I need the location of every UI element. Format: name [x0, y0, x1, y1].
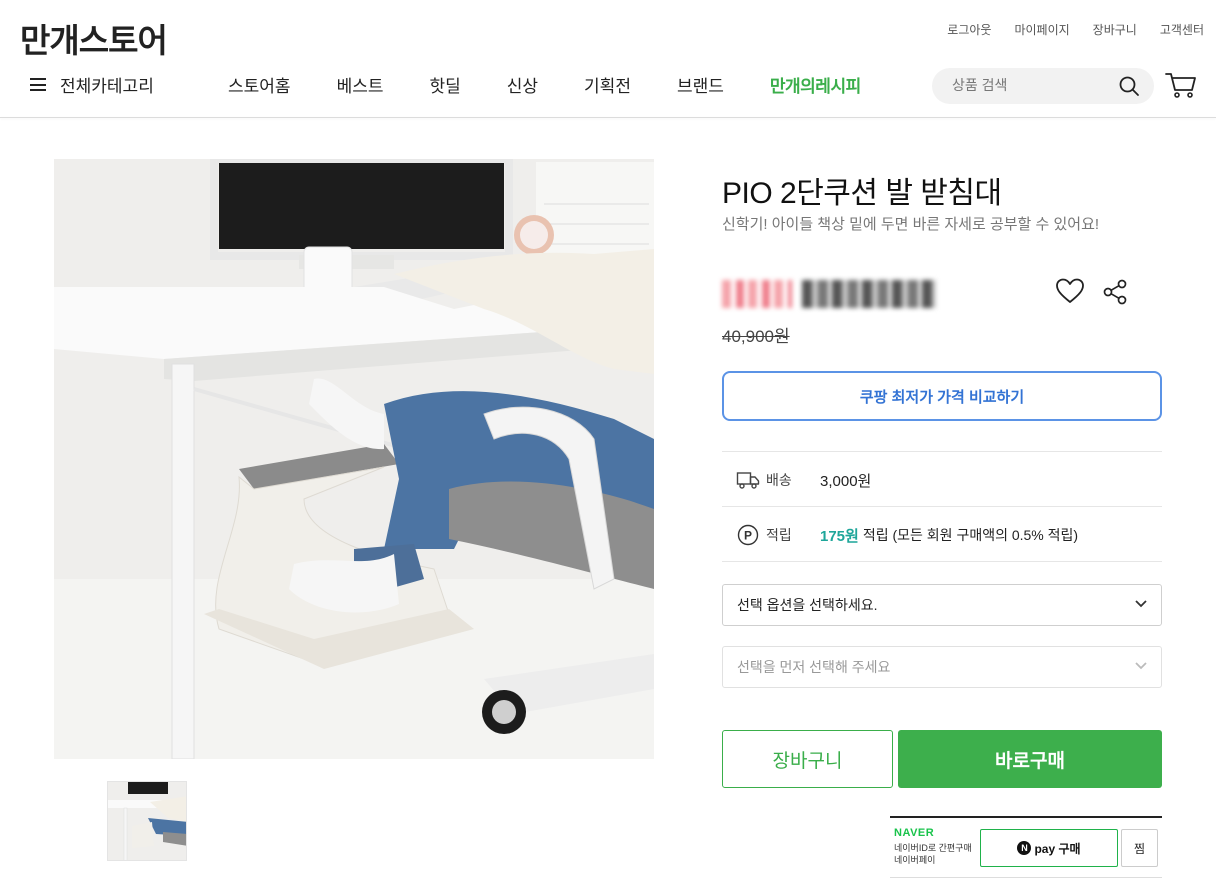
zzim-button[interactable]: 찜	[1121, 829, 1158, 867]
menu-brand[interactable]: 브랜드	[677, 72, 724, 97]
menu-bar: 스토어홈 베스트 핫딜 신상 기획전 브랜드 만개의레시피	[228, 72, 907, 97]
shipping-label: 배송	[766, 472, 792, 488]
points-description: 적립 (모든 회원 구매액의 0.5% 적립)	[862, 527, 1079, 543]
menu-best[interactable]: 베스트	[337, 72, 384, 97]
original-price: 40,900원	[722, 327, 790, 346]
points-amount: 175원	[820, 527, 859, 545]
price-value-redacted	[802, 280, 936, 308]
product-thumbnail[interactable]	[107, 781, 187, 861]
discount-rate-redacted	[722, 280, 792, 308]
logout-link[interactable]: 로그아웃	[947, 21, 991, 38]
divider	[722, 561, 1162, 562]
share-icon[interactable]	[1102, 279, 1128, 305]
option-select-secondary-text: 선택을 먼저 선택해 주세요	[737, 659, 891, 675]
menu-special[interactable]: 기획전	[584, 72, 631, 97]
truck-icon	[736, 472, 760, 489]
cart-link[interactable]: 장바구니	[1093, 21, 1137, 38]
cart-icon[interactable]	[1164, 70, 1198, 100]
naver-pay-box: NAVER 네이버ID로 간편구매 네이버페이 N pay 구매 찜	[890, 816, 1162, 878]
menu-new[interactable]: 신상	[507, 72, 538, 97]
naver-logo: NAVER	[894, 827, 935, 839]
all-categories-label: 전체카테고리	[60, 77, 154, 96]
points-label: 적립	[766, 527, 792, 543]
shipping-row: 배송 3,000원	[736, 469, 871, 491]
points-icon: P	[737, 524, 759, 546]
store-logo[interactable]: 만개스토어	[20, 14, 168, 62]
divider	[722, 506, 1162, 507]
sale-price-redacted	[722, 280, 936, 308]
menu-store-home[interactable]: 스토어홈	[228, 72, 291, 97]
main-nav: 전체카테고리 스토어홈 베스트 핫딜 신상 기획전 브랜드 만개의레시피	[0, 64, 1216, 106]
product-title: PIO 2단쿠션 발 받침대	[722, 177, 1002, 210]
product-subtitle: 신학기! 아이들 책상 밑에 두면 바른 자세로 공부할 수 있어요!	[722, 216, 1100, 233]
chevron-down-icon	[1135, 662, 1147, 670]
shipping-value: 3,000원	[820, 472, 872, 490]
option-select-primary[interactable]: 선택 옵션을 선택하세요.	[722, 584, 1162, 626]
price-compare-button[interactable]: 쿠팡 최저가 가격 비교하기	[722, 371, 1162, 421]
all-categories-button[interactable]: 전체카테고리	[30, 72, 154, 97]
naver-pay-text: 네이버ID로 간편구매 네이버페이	[894, 843, 972, 865]
points-row: P 적립 175원 적립 (모든 회원 구매액의 0.5% 적립)	[736, 524, 1078, 546]
option-select-secondary[interactable]: 선택을 먼저 선택해 주세요	[722, 646, 1162, 688]
menu-hotdeal[interactable]: 핫딜	[429, 72, 460, 97]
option-select-primary-text: 선택 옵션을 선택하세요.	[737, 597, 878, 613]
naver-pay-label: pay 구매	[1034, 841, 1081, 856]
search-box	[932, 68, 1154, 104]
utility-links: 로그아웃 마이페이지 장바구니 고객센터	[947, 21, 1204, 38]
add-to-cart-button[interactable]: 장바구니	[722, 730, 893, 788]
search-input[interactable]	[952, 77, 1112, 93]
search-icon[interactable]	[1118, 75, 1140, 97]
customer-center-link[interactable]: 고객센터	[1160, 21, 1204, 38]
product-main-image	[54, 159, 654, 759]
naver-pay-button[interactable]: N pay 구매	[980, 829, 1118, 867]
buy-now-button[interactable]: 바로구매	[898, 730, 1162, 788]
divider	[722, 451, 1162, 452]
chevron-down-icon	[1135, 600, 1147, 608]
svg-text:P: P	[744, 529, 752, 543]
mypage-link[interactable]: 마이페이지	[1014, 21, 1069, 38]
header-divider	[0, 117, 1216, 118]
heart-icon[interactable]	[1056, 278, 1084, 304]
menu-recipe[interactable]: 만개의레시피	[770, 72, 861, 97]
hamburger-icon	[30, 78, 46, 91]
npay-n-icon: N	[1017, 841, 1032, 855]
